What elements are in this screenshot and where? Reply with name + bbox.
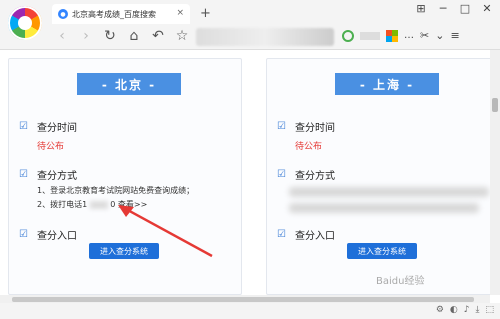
address-bar[interactable] — [196, 28, 334, 46]
minimize-icon[interactable]: ─ — [434, 2, 452, 15]
close-window-icon[interactable]: ✕ — [478, 2, 496, 15]
new-tab-icon[interactable]: + — [200, 6, 211, 21]
more-icon[interactable]: … — [404, 30, 414, 41]
maximize-icon[interactable]: □ — [456, 2, 474, 15]
theme-icon[interactable]: ◐ — [450, 305, 458, 315]
undo-icon[interactable]: ↶ — [150, 28, 166, 44]
page-content: - 北京 - ☑ 查分时间 待公布 ☑ 查分方式 1、登录北京教育考试院网站免费… — [0, 50, 500, 295]
window-controls: ⊞ ─ □ ✕ — [412, 2, 496, 15]
tab-title: 北京高考成绩_百度搜索 — [72, 9, 156, 19]
chevron-down-icon[interactable]: ⌄ — [435, 29, 444, 42]
browser-tab[interactable]: ● 北京高考成绩_百度搜索 × — [52, 4, 190, 24]
title-bar: ● 北京高考成绩_百度搜索 × + ⊞ ─ □ ✕ — [0, 0, 500, 24]
annotation-arrow — [118, 205, 213, 258]
menu-lines-icon[interactable]: ≡ — [450, 29, 459, 42]
baidu-paw-icon: ● — [58, 9, 68, 19]
settings-icon[interactable]: ⚙ — [436, 305, 444, 315]
app-grid-icon[interactable] — [386, 29, 398, 42]
back-icon[interactable]: ‹ — [54, 28, 70, 44]
vertical-scroll-thumb[interactable] — [492, 98, 498, 112]
watermark: Baidu经验 — [376, 276, 425, 287]
forward-icon[interactable]: › — [78, 28, 94, 44]
home-icon[interactable]: ⌂ — [126, 28, 142, 44]
status-bar: ⚙ ◐ ♪ ⤓ ⬚ — [0, 303, 500, 319]
bookmark-star-icon[interactable]: ☆ — [174, 28, 190, 44]
scissors-icon[interactable]: ✂ — [420, 29, 429, 42]
download-icon[interactable]: ⤓ — [476, 305, 480, 315]
sound-icon[interactable]: ♪ — [464, 305, 470, 315]
blurred-toolbar-item — [360, 31, 380, 40]
navigation-bar: ‹ › ↻ ⌂ ↶ ☆ … ✂ ⌄ ≡ — [0, 24, 500, 50]
toolbar-icons: … ✂ ⌄ ≡ — [342, 29, 460, 42]
vertical-scrollbar[interactable] — [490, 50, 500, 295]
window-icon[interactable]: ⬚ — [485, 305, 494, 315]
browser-logo-icon[interactable] — [8, 6, 42, 40]
browser-window: ● 北京高考成绩_百度搜索 × + ⊞ ─ □ ✕ ‹ › ↻ ⌂ ↶ ☆ … … — [0, 0, 500, 319]
menu-icon[interactable]: ⊞ — [412, 2, 430, 15]
close-tab-icon[interactable]: × — [176, 8, 184, 18]
security-ring-icon[interactable] — [342, 29, 354, 42]
reload-icon[interactable]: ↻ — [102, 28, 118, 44]
horizontal-scroll-thumb[interactable] — [12, 297, 474, 302]
arrow-shaft — [123, 206, 213, 258]
